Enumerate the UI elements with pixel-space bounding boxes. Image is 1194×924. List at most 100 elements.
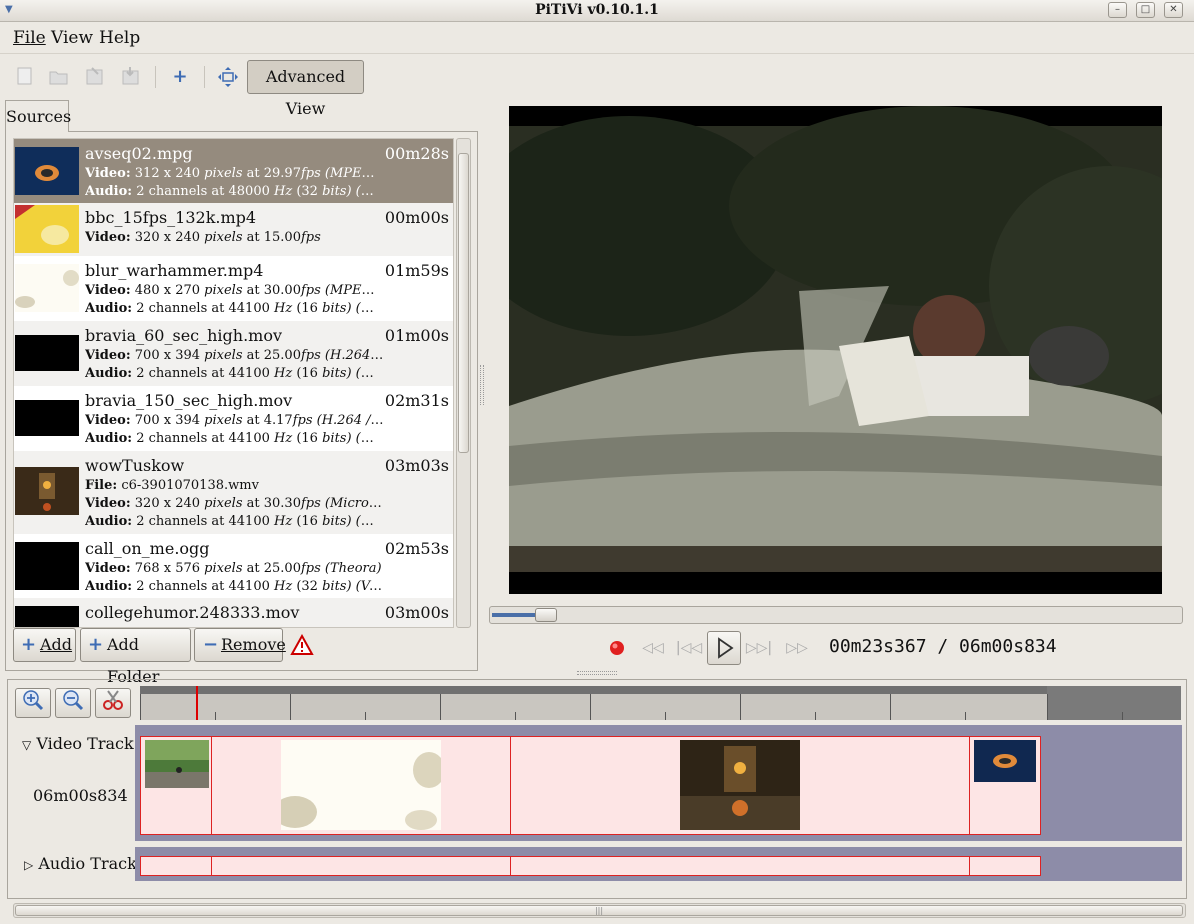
scrollbar-thumb[interactable]: ||| <box>15 905 1183 916</box>
seek-handle[interactable] <box>535 608 557 622</box>
source-list[interactable]: avseq02.mpg 00m28s Video: 312 x 240 pixe… <box>13 138 454 628</box>
clip-info-line: Audio: 2 channels at 44100 Hz (32 bits) … <box>85 579 385 594</box>
list-item[interactable]: call_on_me.ogg 02m53s Video: 768 x 576 p… <box>14 534 453 598</box>
clip-thumbnail <box>15 205 79 253</box>
minimize-button[interactable]: – <box>1108 2 1127 18</box>
toolbar-separator <box>155 66 156 88</box>
menu-file-label: File <box>13 28 46 48</box>
list-item[interactable]: bravia_150_sec_high.mov 02m31s Video: 70… <box>14 386 453 451</box>
zoom-out-button[interactable] <box>55 688 91 718</box>
video-track-header[interactable]: ▽ Video Track <box>22 734 134 753</box>
save-project-icon[interactable] <box>84 66 106 88</box>
import-clip-icon[interactable]: + <box>169 66 191 88</box>
ruler-tick <box>965 712 966 720</box>
clip-duration: 03m03s <box>384 456 449 475</box>
rewind-icon[interactable]: ◁◁ <box>639 634 667 662</box>
clip-info-line: Video: 312 x 240 pixels at 29.97fps (MPE… <box>85 166 385 181</box>
video-track[interactable] <box>135 725 1182 841</box>
clip-duration: 00m28s <box>384 144 449 163</box>
list-item[interactable]: blur_warhammer.mp4 01m59s Video: 480 x 2… <box>14 256 453 321</box>
skip-back-icon[interactable]: |◁◁ <box>675 634 703 662</box>
video-clip[interactable] <box>969 736 1041 835</box>
video-clip[interactable] <box>510 736 970 835</box>
list-item[interactable]: bravia_60_sec_high.mov 01m00s Video: 700… <box>14 321 453 386</box>
new-project-icon[interactable] <box>13 66 35 88</box>
video-clip[interactable] <box>211 736 511 835</box>
audio-clip[interactable] <box>211 856 511 876</box>
menu-help[interactable]: Help <box>99 28 140 48</box>
zoom-in-button[interactable] <box>15 688 51 718</box>
razor-button[interactable] <box>95 688 131 718</box>
pane-splitter-vertical[interactable] <box>480 365 484 405</box>
clip-thumbnail <box>15 147 79 195</box>
audio-track-header[interactable]: ▷ Audio Track <box>24 854 137 873</box>
add-button[interactable]: + Add <box>13 628 76 662</box>
open-project-icon[interactable] <box>48 66 70 88</box>
fullscreen-icon[interactable] <box>217 66 239 88</box>
add-folder-button[interactable]: + Add Folder <box>80 628 191 686</box>
clip-info-line: Video: 320 x 240 pixels at 15.00fps <box>85 230 321 245</box>
clip-name: bbc_15fps_132k.mp4 <box>85 208 257 227</box>
audio-clip[interactable] <box>510 856 970 876</box>
timeline-duration: 06m00s834 <box>33 786 128 805</box>
audio-clip[interactable] <box>140 856 212 876</box>
expand-triangle-icon: ▽ <box>22 738 32 752</box>
clip-info-line: File: c6-3901070138.wmv <box>85 478 259 493</box>
clip-thumbnail <box>281 740 441 830</box>
plus-icon: + <box>88 634 104 655</box>
save-as-icon[interactable] <box>120 66 142 88</box>
ruler-tick <box>590 694 591 720</box>
scissors-icon <box>103 690 123 710</box>
audio-clip[interactable] <box>969 856 1041 876</box>
video-frame <box>509 106 1162 594</box>
minus-icon: − <box>203 634 219 655</box>
ruler-tick <box>665 712 666 720</box>
source-list-scrollbar[interactable] <box>456 138 471 628</box>
audio-track[interactable] <box>135 847 1182 881</box>
video-clip[interactable] <box>140 736 212 835</box>
list-item[interactable]: bbc_15fps_132k.mp4 00m00s Video: 320 x 2… <box>14 203 453 256</box>
menu-view-label: View <box>51 28 94 48</box>
remove-button[interactable]: − Remove <box>194 628 286 662</box>
ruler-tick <box>440 694 441 720</box>
clip-thumbnail <box>15 400 79 436</box>
clip-name: bravia_60_sec_high.mov <box>85 326 283 345</box>
title-bar: ▼ PiTiVi v0.10.1.1 – □ ✕ <box>0 0 1194 22</box>
list-item[interactable]: collegehumor.248333.mov 03m00s <box>14 598 453 627</box>
clip-duration: 01m59s <box>384 261 449 280</box>
timeline-ruler[interactable] <box>140 686 1181 720</box>
menu-bar: File View Help <box>0 24 1194 52</box>
playhead[interactable] <box>196 686 198 720</box>
timeline-scrollbar[interactable]: ||| <box>13 903 1186 918</box>
plus-icon: + <box>21 634 37 655</box>
zoom-out-icon <box>63 690 84 711</box>
record-icon[interactable] <box>603 634 631 662</box>
menu-file[interactable]: File <box>13 28 46 48</box>
video-track-label: Video Track <box>36 734 134 753</box>
ruler-tick <box>1047 694 1048 720</box>
list-item[interactable]: avseq02.mpg 00m28s Video: 312 x 240 pixe… <box>14 139 453 203</box>
ruler-out-of-range <box>1047 686 1181 720</box>
tab-sources[interactable]: Sources <box>5 100 71 132</box>
advanced-view-toggle[interactable]: Advanced View <box>247 60 364 118</box>
list-item[interactable]: wowTuskow 03m03s File: c6-3901070138.wmv… <box>14 451 453 534</box>
clip-thumbnail <box>15 542 79 590</box>
maximize-button[interactable]: □ <box>1136 2 1155 18</box>
clip-info-line: Video: 480 x 270 pixels at 30.00fps (MPE… <box>85 283 385 298</box>
scrollbar-thumb[interactable] <box>458 153 469 453</box>
clip-duration: 01m00s <box>384 326 449 345</box>
seek-slider[interactable] <box>489 606 1183 624</box>
clip-info-line: Video: 700 x 394 pixels at 4.17fps (H.26… <box>85 413 385 428</box>
fast-forward-icon[interactable]: ▷▷ <box>783 634 811 662</box>
clip-thumbnail <box>15 606 79 627</box>
warning-icon[interactable] <box>290 633 314 656</box>
video-viewer[interactable] <box>509 106 1162 594</box>
play-button[interactable] <box>707 631 741 665</box>
menu-view[interactable]: View <box>51 28 93 48</box>
skip-forward-icon[interactable]: ▷▷| <box>745 634 773 662</box>
ruler-tick <box>890 694 891 720</box>
pane-splitter[interactable] <box>577 671 617 675</box>
toolbar-separator <box>204 66 205 88</box>
close-button[interactable]: ✕ <box>1164 2 1183 18</box>
clip-thumbnail <box>15 467 79 515</box>
